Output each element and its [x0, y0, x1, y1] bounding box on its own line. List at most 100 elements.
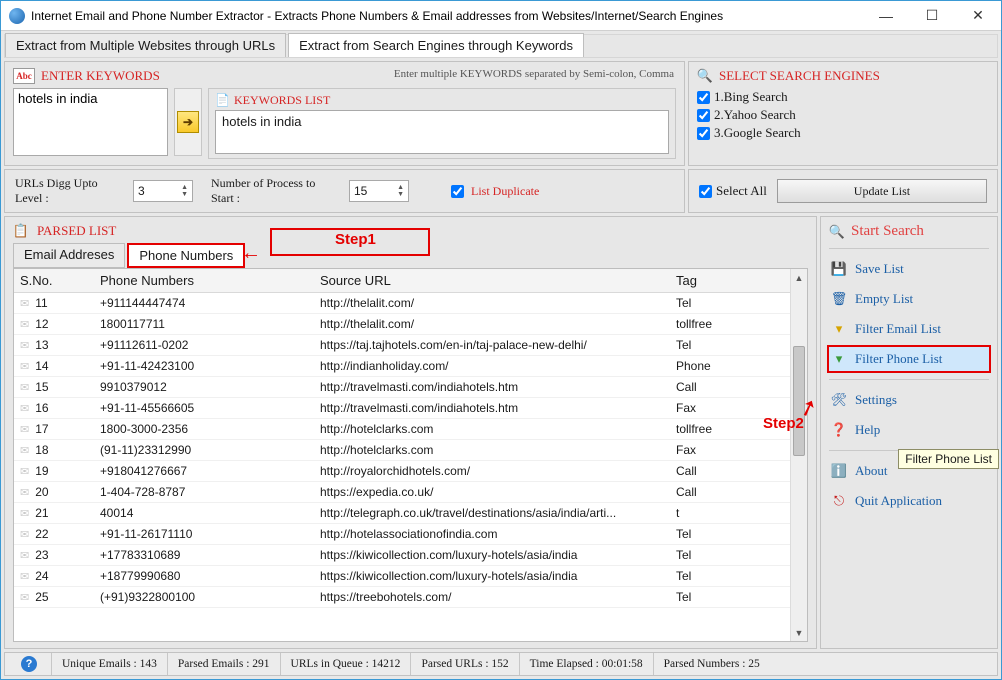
separator	[829, 248, 989, 249]
select-all-checkbox[interactable]	[699, 185, 712, 198]
maximize-button[interactable]: ☐	[909, 1, 955, 30]
cell-sno: 12	[14, 314, 94, 335]
engine-yahoo-checkbox[interactable]	[697, 109, 710, 122]
engine-google[interactable]: 3.Google Search	[697, 124, 989, 142]
list-duplicate-check[interactable]: List Duplicate	[447, 182, 539, 201]
options-row: URLs Digg Upto Level : 3▲▼ Number of Pro…	[4, 169, 998, 213]
scroll-down-icon[interactable]: ▼	[791, 624, 807, 641]
engine-google-checkbox[interactable]	[697, 127, 710, 140]
cell-tag: Tel	[670, 335, 790, 356]
keywords-panel: Abc ENTER KEYWORDS Enter multiple KEYWOR…	[4, 61, 685, 166]
keywords-engines-row: Abc ENTER KEYWORDS Enter multiple KEYWOR…	[4, 61, 998, 166]
table-row[interactable]: 2140014http://telegraph.co.uk/travel/des…	[14, 503, 790, 524]
update-list-button[interactable]: Update List	[777, 179, 987, 203]
save-list-button[interactable]: 💾Save List	[829, 257, 989, 281]
engine-bing[interactable]: 1.Bing Search	[697, 88, 989, 106]
cell-src: http://telegraph.co.uk/travel/destinatio…	[314, 503, 670, 524]
spinner-icon[interactable]: ▲▼	[397, 184, 404, 198]
table-row[interactable]: 159910379012http://travelmasti.com/india…	[14, 377, 790, 398]
tab-phone-numbers[interactable]: Phone Numbers	[127, 243, 245, 268]
filter-email-button[interactable]: ▾Filter Email List	[829, 317, 989, 341]
cell-phone: +91-11-45566605	[94, 398, 314, 419]
app-window: Internet Email and Phone Number Extracto…	[0, 0, 1002, 680]
status-unique-emails: Unique Emails : 143	[52, 653, 168, 675]
table-row[interactable]: 14+91-11-42423100http://indianholiday.co…	[14, 356, 790, 377]
cell-sno: 20	[14, 482, 94, 503]
empty-list-button[interactable]: 🗑 Empty List	[829, 287, 989, 311]
keywords-list[interactable]: hotels in india	[215, 110, 669, 154]
step2-label: Step2	[763, 415, 804, 432]
empty-icon: 🗑	[831, 291, 847, 307]
col-source[interactable]: Source URL	[314, 269, 670, 293]
col-phone[interactable]: Phone Numbers	[94, 269, 314, 293]
spinner-icon[interactable]: ▲▼	[181, 184, 188, 198]
status-help-button[interactable]: ?	[11, 653, 52, 675]
keywords-input[interactable]	[13, 88, 168, 156]
tab-multiple-urls[interactable]: Extract from Multiple Websites through U…	[5, 33, 286, 57]
results-table: S.No. Phone Numbers Source URL Tag 11+91…	[14, 269, 790, 608]
cell-phone: 1-404-728-8787	[94, 482, 314, 503]
list-duplicate-checkbox[interactable]	[451, 185, 464, 198]
funnel-icon: ▾	[831, 321, 847, 337]
table-row[interactable]: 13+91112611-0202https://taj.tajhotels.co…	[14, 335, 790, 356]
scroll-track[interactable]	[791, 286, 807, 624]
table-row[interactable]: 24+18779990680https://kiwicollection.com…	[14, 566, 790, 587]
table-row[interactable]: 25(+91)9322800100https://treebohotels.co…	[14, 587, 790, 608]
cell-sno: 17	[14, 419, 94, 440]
engine-yahoo-label: 2.Yahoo Search	[714, 107, 796, 123]
cell-phone: +91112611-0202	[94, 335, 314, 356]
status-urls-queue: URLs in Queue : 14212	[281, 653, 412, 675]
cell-src: http://hotelassociationofindia.com	[314, 524, 670, 545]
cell-tag: tollfree	[670, 314, 790, 335]
scroll-up-icon[interactable]: ▲	[791, 269, 807, 286]
start-search-label: Start Search	[851, 223, 924, 240]
vertical-scrollbar[interactable]: ▲ ▼	[790, 269, 807, 641]
empty-list-label: Empty List	[855, 291, 913, 307]
filter-phone-button[interactable]: ▾Filter Phone List	[827, 345, 991, 373]
table-row[interactable]: 201-404-728-8787https://expedia.co.uk/Ca…	[14, 482, 790, 503]
cell-tag: Call	[670, 461, 790, 482]
quit-button[interactable]: ⎋Quit Application	[829, 489, 989, 513]
table-row[interactable]: 23+17783310689https://kiwicollection.com…	[14, 545, 790, 566]
cell-tag: Tel	[670, 293, 790, 314]
help-button[interactable]: ❓Help	[829, 418, 989, 442]
quit-icon: ⎋	[831, 493, 847, 509]
table-row[interactable]: 18(91-11)23312990http://hotelclarks.comF…	[14, 440, 790, 461]
process-label: Number of Process to Start :	[211, 176, 331, 206]
table-row[interactable]: 16+91-11-45566605http://travelmasti.com/…	[14, 398, 790, 419]
table-row[interactable]: 121800117711http://thelalit.com/tollfree	[14, 314, 790, 335]
table-row[interactable]: 22+91-11-26171110http://hotelassociation…	[14, 524, 790, 545]
cell-src: https://kiwicollection.com/luxury-hotels…	[314, 566, 670, 587]
cell-phone: +918041276667	[94, 461, 314, 482]
close-button[interactable]: ✕	[955, 1, 1001, 30]
engine-yahoo[interactable]: 2.Yahoo Search	[697, 106, 989, 124]
results-table-scroll[interactable]: S.No. Phone Numbers Source URL Tag 11+91…	[14, 269, 790, 641]
info-icon: ℹ️	[831, 463, 847, 479]
digg-level-stepper[interactable]: 3▲▼	[133, 180, 193, 202]
cell-phone: 40014	[94, 503, 314, 524]
add-keyword-button[interactable]: ➔	[177, 111, 199, 133]
engine-bing-checkbox[interactable]	[697, 91, 710, 104]
table-row[interactable]: 11+911144447474http://thelalit.com/Tel	[14, 293, 790, 314]
question-icon: ?	[21, 656, 37, 672]
cell-tag: t	[670, 503, 790, 524]
cell-sno: 25	[14, 587, 94, 608]
table-row[interactable]: 171800-3000-2356http://hotelclarks.comto…	[14, 419, 790, 440]
funnel-icon: ▾	[831, 351, 847, 367]
cell-src: http://thelalit.com/	[314, 293, 670, 314]
cell-phone: 1800-3000-2356	[94, 419, 314, 440]
settings-button[interactable]: 🛠Settings	[829, 388, 989, 412]
process-count-stepper[interactable]: 15▲▼	[349, 180, 409, 202]
col-sno[interactable]: S.No.	[14, 269, 94, 293]
minimize-button[interactable]: —	[863, 1, 909, 30]
results-table-wrap: S.No. Phone Numbers Source URL Tag 11+91…	[13, 268, 808, 642]
help-icon: ❓	[831, 422, 847, 438]
cell-src: https://taj.tajhotels.com/en-in/taj-pala…	[314, 335, 670, 356]
tab-search-keywords[interactable]: Extract from Search Engines through Keyw…	[288, 33, 584, 57]
table-row[interactable]: 19+918041276667http://royalorchidhotels.…	[14, 461, 790, 482]
select-all-check[interactable]: Select All	[699, 182, 767, 200]
cell-src: https://kiwicollection.com/luxury-hotels…	[314, 545, 670, 566]
col-tag[interactable]: Tag	[670, 269, 790, 293]
start-search-button[interactable]: 🔍 Start Search	[829, 223, 989, 240]
tab-email-addresses[interactable]: Email Addreses	[13, 243, 125, 268]
